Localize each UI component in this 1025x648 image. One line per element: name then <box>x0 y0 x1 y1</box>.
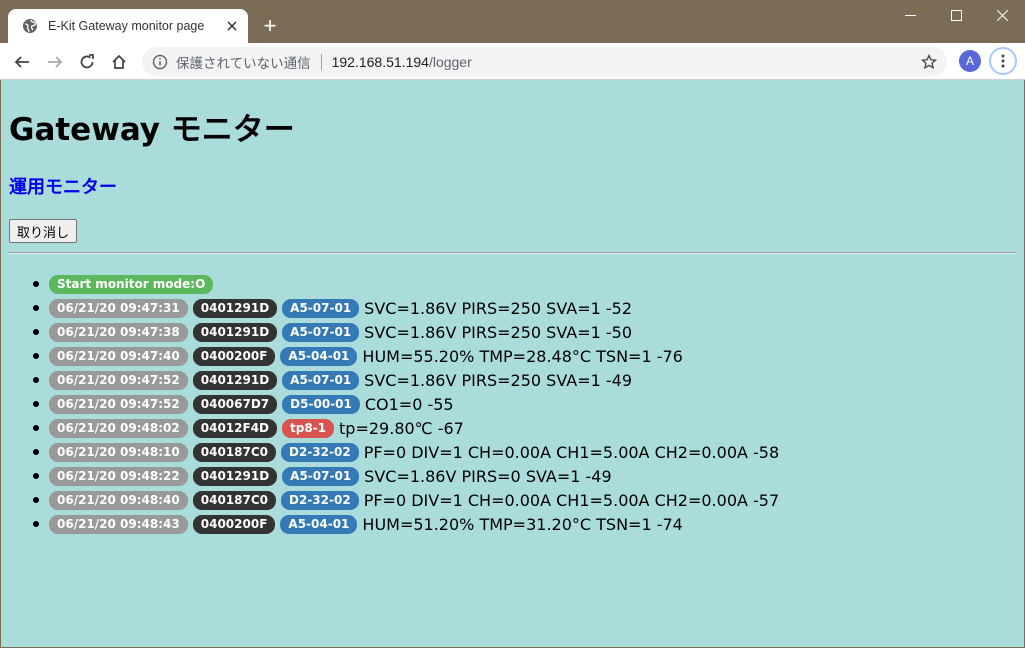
device-id-badge: 0401291D <box>192 466 278 486</box>
log-message: SVC=1.86V PIRS=250 SVA=1 -50 <box>364 322 633 342</box>
list-bullet <box>33 521 39 527</box>
log-item: 06/21/20 09:48:10 040187C0 D2-32-02 PF=0 DI… <box>33 440 779 464</box>
log-item: 06/21/20 09:47:38 0401291D A5-07-01 SVC=1.8… <box>33 320 779 344</box>
page-subtitle: 運用モニター <box>9 177 117 198</box>
reload-icon[interactable] <box>73 48 101 76</box>
log-message: HUM=55.20% TMP=28.48°C TSN=1 -76 <box>362 346 683 366</box>
back-arrow-icon[interactable] <box>8 48 36 76</box>
timestamp-badge: 06/21/20 09:48:02 <box>49 418 188 438</box>
log-message: HUM=51.20% TMP=31.20°C TSN=1 -74 <box>362 514 683 534</box>
eep-badge: A5-07-01 <box>282 298 360 318</box>
window-close-icon[interactable] <box>979 0 1025 30</box>
eep-badge: D2-32-02 <box>281 442 359 462</box>
list-bullet <box>33 305 39 311</box>
tab-close-icon[interactable] <box>222 16 242 36</box>
log-item: 06/21/20 09:48:22 0401291D A5-07-01 SVC=1.8… <box>33 464 779 488</box>
globe-icon <box>22 18 38 34</box>
start-badge: Start monitor mode:O <box>49 274 214 294</box>
maximize-icon[interactable] <box>933 0 979 30</box>
eep-badge: D5-00-01 <box>282 394 360 414</box>
log-message: tp=29.80℃ -67 <box>339 418 464 438</box>
device-id-badge: 0401291D <box>192 322 278 342</box>
url-path: /logger <box>428 53 472 70</box>
timestamp-badge: 06/21/20 09:47:31 <box>49 298 188 318</box>
log-message: SVC=1.86V PIRS=250 SVA=1 -52 <box>364 298 633 318</box>
device-id-badge: 040187C0 <box>192 490 277 510</box>
eep-badge: A5-07-01 <box>282 370 360 390</box>
list-bullet <box>33 497 39 503</box>
bookmark-star-icon[interactable] <box>919 52 939 72</box>
log-message: PF=0 DIV=1 CH=0.00A CH1=5.00A CH2=0.00A … <box>363 490 780 510</box>
timestamp-badge: 06/21/20 09:48:40 <box>49 490 188 510</box>
eep-badge: A5-04-01 <box>280 346 358 366</box>
tab-title: E-Kit Gateway monitor page <box>48 19 205 33</box>
list-bullet <box>33 377 39 383</box>
log-item: 06/21/20 09:48:40 040187C0 D2-32-02 PF=0 DI… <box>33 488 779 512</box>
profile-avatar[interactable]: A <box>959 50 981 72</box>
timestamp-badge: 06/21/20 09:47:52 <box>49 370 188 390</box>
browser-tab[interactable]: E-Kit Gateway monitor page <box>8 9 248 43</box>
page-title: Gateway モニター <box>9 112 295 148</box>
log-list: Start monitor mode:O 06/21/20 09:47:31 04… <box>33 272 779 536</box>
device-id-badge: 040067D7 <box>192 394 278 414</box>
info-icon[interactable] <box>152 54 168 70</box>
address-separator <box>320 53 322 70</box>
timestamp-badge: 06/21/20 09:47:52 <box>49 394 188 414</box>
list-bullet <box>33 281 39 287</box>
log-item: 06/21/20 09:48:43 0400200F A5-04-01 HUM=51.… <box>33 512 779 536</box>
log-message: CO1=0 -55 <box>364 394 454 414</box>
device-id-badge: 040187C0 <box>192 442 277 462</box>
list-bullet <box>33 353 39 359</box>
device-id-badge: 0400200F <box>192 514 276 534</box>
timestamp-badge: 06/21/20 09:47:38 <box>49 322 188 342</box>
log-message: SVC=1.86V PIRS=250 SVA=1 -49 <box>364 370 633 390</box>
title-bar: E-Kit Gateway monitor page + <box>0 0 1025 43</box>
security-label: 保護されていない通信 <box>176 55 311 71</box>
log-message: PF=0 DIV=1 CH=0.00A CH1=5.00A CH2=0.00A … <box>363 442 780 462</box>
timestamp-badge: 06/21/20 09:48:43 <box>49 514 188 534</box>
device-id-badge: 0401291D <box>192 370 278 390</box>
log-item: 06/21/20 09:47:52 0401291D A5-07-01 SVC=1.8… <box>33 368 779 392</box>
list-bullet <box>33 473 39 479</box>
list-bullet <box>33 401 39 407</box>
timestamp-badge: 06/21/20 09:48:22 <box>49 466 188 486</box>
log-item: 06/21/20 09:48:02 04012F4D tp8-1 tp=29.80℃ … <box>33 416 779 440</box>
list-bullet <box>33 449 39 455</box>
eep-badge: A5-04-01 <box>280 514 358 534</box>
page-content: Gateway モニター 運用モニター 取り消し Start monitor m… <box>1 80 1024 647</box>
forward-arrow-icon[interactable] <box>41 48 69 76</box>
list-bullet <box>33 329 39 335</box>
more-menu-icon[interactable] <box>989 47 1017 75</box>
eep-badge: tp8-1 <box>282 418 335 438</box>
list-bullet <box>33 425 39 431</box>
eep-badge: D2-32-02 <box>281 490 359 510</box>
divider <box>9 252 1016 254</box>
log-start-item: Start monitor mode:O <box>33 272 779 296</box>
log-item: 06/21/20 09:47:52 040067D7 D5-00-01 CO1=0 -… <box>33 392 779 416</box>
log-item: 06/21/20 09:47:31 0401291D A5-07-01 SVC=1.8… <box>33 296 779 320</box>
cancel-button[interactable]: 取り消し <box>9 219 78 243</box>
address-bar[interactable]: 保護されていない通信 192.168.51.194 /logger <box>142 47 947 76</box>
timestamp-badge: 06/21/20 09:48:10 <box>49 442 188 462</box>
minimize-icon[interactable] <box>887 0 933 30</box>
browser-toolbar: 保護されていない通信 192.168.51.194 /logger <box>0 43 1025 80</box>
eep-badge: A5-07-01 <box>282 322 360 342</box>
new-tab-button[interactable]: + <box>256 12 284 40</box>
url-host: 192.168.51.194 <box>331 53 429 70</box>
log-item: 06/21/20 09:47:40 0400200F A5-04-01 HUM=55.… <box>33 344 779 368</box>
device-id-badge: 0401291D <box>192 298 278 318</box>
eep-badge: A5-07-01 <box>282 466 360 486</box>
log-message: SVC=1.86V PIRS=0 SVA=1 -49 <box>364 466 612 486</box>
device-id-badge: 04012F4D <box>192 418 278 438</box>
home-icon[interactable] <box>105 48 133 76</box>
device-id-badge: 0400200F <box>192 346 276 366</box>
timestamp-badge: 06/21/20 09:47:40 <box>49 346 188 366</box>
